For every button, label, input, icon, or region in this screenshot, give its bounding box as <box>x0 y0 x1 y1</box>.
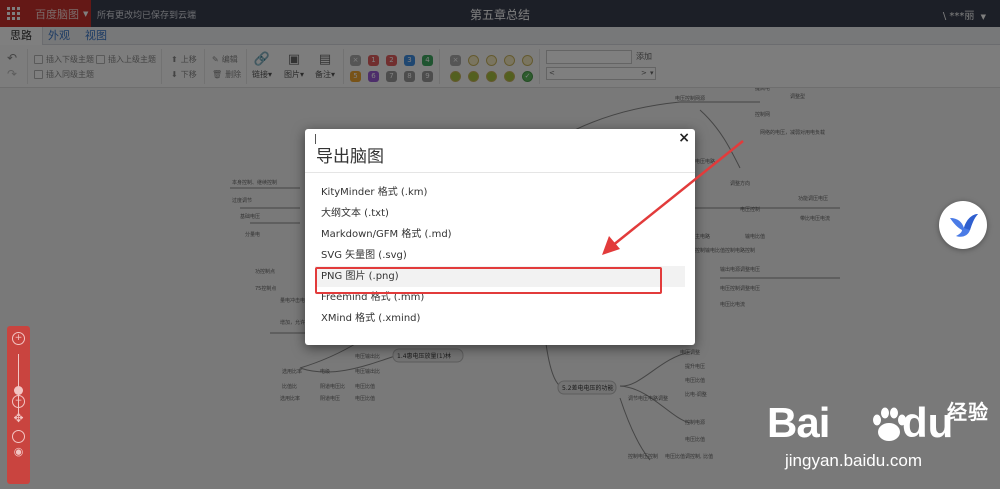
locate-icon[interactable] <box>12 430 25 443</box>
zoom-out-icon[interactable]: − <box>12 395 25 408</box>
zoom-in-icon[interactable]: + <box>12 332 25 345</box>
watermark-bai: Bai <box>767 399 830 446</box>
baidu-jingyan-watermark: Bai du 经验 jingyan.baidu.com <box>767 399 997 487</box>
zoom-slider-handle[interactable] <box>14 386 23 395</box>
eye-icon[interactable]: ◉ <box>12 446 25 460</box>
watermark-du: du <box>902 399 954 446</box>
watermark-url: jingyan.baidu.com <box>785 451 923 470</box>
watermark-jingyan: 经验 <box>947 402 989 424</box>
bird-icon <box>950 214 978 237</box>
move-icon[interactable]: ✥ <box>12 412 25 426</box>
zoom-panel: + − ✥ ◉ <box>7 326 30 484</box>
floating-assistant-button[interactable] <box>939 201 987 249</box>
